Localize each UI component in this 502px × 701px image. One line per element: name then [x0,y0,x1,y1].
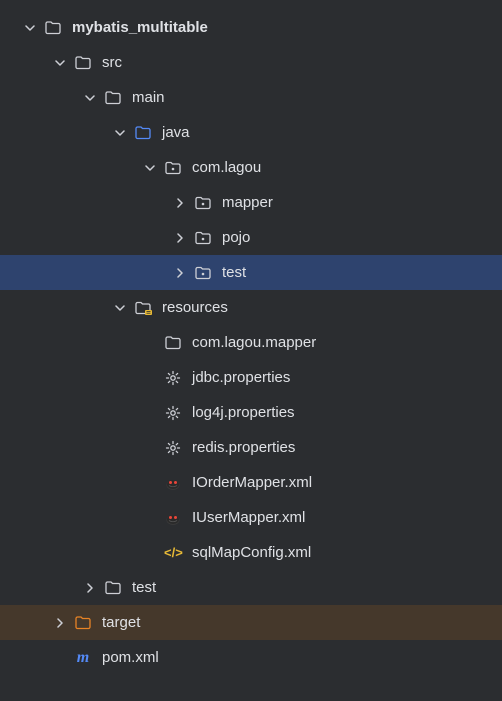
folder-icon [134,124,152,142]
tree-node-jdbc-props[interactable]: jdbc.properties [0,360,502,395]
chevron-down-icon[interactable] [52,55,68,71]
tree-node-main[interactable]: main [0,80,502,115]
package-icon [194,194,212,212]
gear-icon [164,369,182,387]
tree-node-label: jdbc.properties [192,369,290,386]
tree-node-pom-xml[interactable]: m pom.xml [0,640,502,675]
tree-node-root[interactable]: mybatis_multitable [0,10,502,45]
gear-icon [164,404,182,422]
tree-node-label: IOrderMapper.xml [192,474,312,491]
chevron-right-icon[interactable] [172,195,188,211]
chevron-down-icon[interactable] [112,125,128,141]
tree-node-label: com.lagou.mapper [192,334,316,351]
folder-icon [44,19,62,37]
tree-node-label: redis.properties [192,439,295,456]
folder-icon [74,54,92,72]
tree-node-com-lagou[interactable]: com.lagou [0,150,502,185]
mybatis-icon [164,474,182,492]
tree-node-label: com.lagou [192,159,261,176]
tree-node-label: main [132,89,165,106]
tree-node-label: pom.xml [102,649,159,666]
tree-node-label: mybatis_multitable [72,19,208,36]
gear-icon [164,439,182,457]
chevron-right-icon[interactable] [172,230,188,246]
tree-node-target[interactable]: target [0,605,502,640]
project-tree[interactable]: mybatis_multitablesrc main java com.lagou ma… [0,10,502,675]
chevron-down-icon[interactable] [142,160,158,176]
tree-node-label: src [102,54,122,71]
tree-node-iuser-mapper[interactable]: IUserMapper.xml [0,500,502,535]
folder-icon [74,614,92,632]
tree-node-label: test [222,264,246,281]
tree-node-resources[interactable]: resources [0,290,502,325]
tree-node-label: test [132,579,156,596]
package-icon [194,229,212,247]
folder-icon [104,89,122,107]
tree-node-label: sqlMapConfig.xml [192,544,311,561]
chevron-right-icon[interactable] [172,265,188,281]
m-icon: m [74,649,92,667]
tree-node-mapper[interactable]: mapper [0,185,502,220]
mybatis-icon [164,509,182,527]
tree-node-src[interactable]: src [0,45,502,80]
tree-node-log4j-props[interactable]: log4j.properties [0,395,502,430]
tree-node-label: target [102,614,140,631]
folder-icon [104,579,122,597]
tree-node-label: mapper [222,194,273,211]
tree-node-label: IUserMapper.xml [192,509,305,526]
package-icon [194,264,212,282]
tree-node-test-pkg[interactable]: test [0,255,502,290]
folder-icon [164,334,182,352]
resources-icon [134,299,152,317]
tree-node-label: log4j.properties [192,404,295,421]
tree-node-label: pojo [222,229,250,246]
tree-node-test-folder[interactable]: test [0,570,502,605]
chevron-right-icon[interactable] [52,615,68,631]
tree-node-sqlmap-config[interactable]: </> sqlMapConfig.xml [0,535,502,570]
tree-node-pojo[interactable]: pojo [0,220,502,255]
tree-node-com-lagou-mapper[interactable]: com.lagou.mapper [0,325,502,360]
chevron-right-icon[interactable] [82,580,98,596]
package-icon [164,159,182,177]
tree-node-java[interactable]: java [0,115,502,150]
chevron-down-icon[interactable] [82,90,98,106]
chevron-down-icon[interactable] [22,20,38,36]
tree-node-redis-props[interactable]: redis.properties [0,430,502,465]
xml-icon: </> [164,544,182,562]
tree-node-label: resources [162,299,228,316]
tree-node-iorder-mapper[interactable]: IOrderMapper.xml [0,465,502,500]
tree-node-label: java [162,124,190,141]
chevron-down-icon[interactable] [112,300,128,316]
